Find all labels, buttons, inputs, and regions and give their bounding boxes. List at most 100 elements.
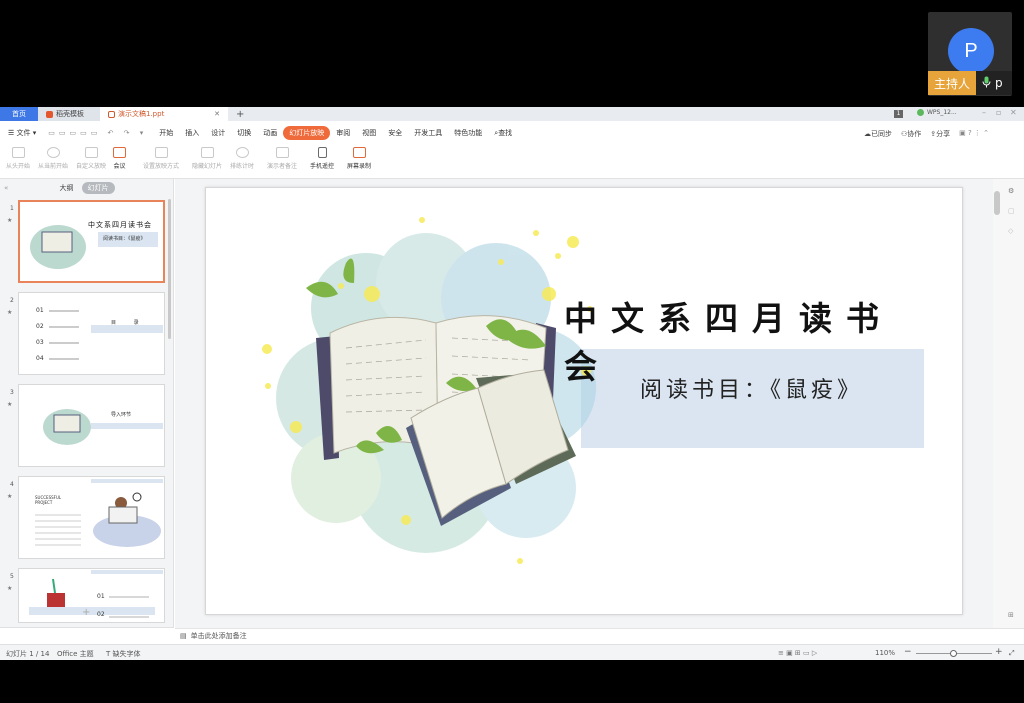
slide-2-preview-art <box>49 310 163 360</box>
collab-button[interactable]: ⚇协作 <box>901 129 921 139</box>
zoom-level[interactable]: 110% <box>875 649 895 657</box>
phone-remote-button[interactable]: 手机遥控 <box>310 147 334 170</box>
fit-window-icon[interactable]: ⤢ <box>1009 649 1015 658</box>
menu-file[interactable]: ☰ 文件 ▾ <box>0 128 42 138</box>
menu-home[interactable]: 开始 <box>153 128 179 138</box>
grid-view-icon[interactable]: ⊞ <box>1008 611 1014 619</box>
tab-templates-label: 稻壳模板 <box>56 110 84 118</box>
participant-avatar: P <box>948 28 994 74</box>
play-from-current-button[interactable]: 从当前开始 <box>38 147 68 170</box>
tab-document[interactable]: 演示文稿1.ppt ✕ <box>100 107 228 121</box>
menu-slideshow[interactable]: 幻灯片放映 <box>283 126 331 140</box>
meeting-icon <box>113 147 126 158</box>
slide-counter: 幻灯片 1 / 14 <box>6 650 50 658</box>
canvas-scrollbar[interactable] <box>993 179 1001 628</box>
setup-show-button[interactable]: 设置放映方式 <box>143 147 179 170</box>
new-tab-button[interactable]: + <box>228 107 252 121</box>
menu-view[interactable]: 视图 <box>356 128 382 138</box>
slide-2-thumb-title: 目 录 <box>111 320 147 326</box>
sidebar-divider <box>0 627 174 628</box>
slide-number: 3 <box>10 389 14 396</box>
menu-special[interactable]: 特色功能 <box>448 128 488 138</box>
slide-3-thumb-title: 导入环节 <box>111 412 132 418</box>
ppt-file-icon <box>108 110 115 118</box>
presenter-notes-button[interactable]: 演示者备注 <box>267 147 297 170</box>
tab-home[interactable]: 首页 <box>0 107 38 121</box>
slide-3-preview-art <box>43 409 163 445</box>
screen-record-button[interactable]: 屏幕录制 <box>347 147 371 170</box>
user-avatar-icon <box>917 109 924 116</box>
missing-font-label: 缺失字体 <box>112 650 141 658</box>
slide-canvas-area: 中文系四月读书会 阅读书目：《鼠疫》 <box>175 179 993 628</box>
share-label: 分享 <box>936 130 951 138</box>
zoom-out-button[interactable]: − <box>904 647 912 657</box>
setup-show-icon <box>154 147 168 158</box>
share-button[interactable]: ⇪分享 <box>930 129 950 139</box>
meeting-label: 会议 <box>113 163 126 170</box>
sidebar-tabs: « 大纲 幻灯片 <box>0 179 174 197</box>
format-icon[interactable]: ▢ <box>1008 207 1015 215</box>
ribbon-options-icon[interactable]: ▣ ? ⋮ ⌃ <box>959 129 989 139</box>
zoom-slider-handle[interactable] <box>950 650 957 657</box>
custom-show-label: 自定义放映 <box>76 163 107 170</box>
star-icon: ★ <box>7 217 13 224</box>
menu-design[interactable]: 设计 <box>205 128 231 138</box>
properties-icon[interactable]: ⚙ <box>1008 187 1014 195</box>
play-from-start-label: 从头开始 <box>6 163 31 170</box>
notes-bar[interactable]: ▤ 单击此处添加备注 <box>175 628 1024 642</box>
timer-icon <box>235 147 249 158</box>
participant-name: p <box>995 76 1003 90</box>
account-chip[interactable]: WPS_12... <box>917 109 957 116</box>
star-icon: ★ <box>7 401 13 408</box>
slide-thumbnail-2[interactable]: 01 02 03 04 目 录 <box>18 292 165 375</box>
maximize-icon[interactable]: ▫ <box>996 108 1001 117</box>
hide-slide-label: 隐藏幻灯片 <box>192 163 223 170</box>
slide-number: 2 <box>10 297 14 304</box>
menu-search[interactable]: ⌕查找 <box>488 128 518 138</box>
zoom-in-button[interactable]: + <box>995 647 1003 657</box>
play-from-start-button[interactable]: 从头开始 <box>6 147 30 170</box>
custom-show-button[interactable]: 自定义放映 <box>76 147 106 170</box>
collapse-panel-icon[interactable]: « <box>4 184 8 192</box>
view-mode-icons[interactable]: ≡ ▣ ⊞ ▭ ▷ <box>778 649 817 657</box>
collab-label: 协作 <box>907 130 922 138</box>
slide-5-preview-art <box>29 570 163 618</box>
sync-status[interactable]: ☁已同步 <box>864 129 892 139</box>
window-count-badge: 1 <box>894 110 903 118</box>
hide-slide-icon <box>200 147 214 158</box>
menu-animation[interactable]: 动画 <box>257 128 283 138</box>
tab-outline[interactable]: 大纲 <box>60 183 74 193</box>
microphone-icon <box>982 76 991 91</box>
host-badge: 主持人 <box>928 71 976 95</box>
slideshow-ribbon: 从头开始 从当前开始 自定义放映 会议 设置放映方式 隐藏幻灯片 排练计时 演示… <box>0 145 1024 179</box>
minimize-icon[interactable]: – <box>982 108 986 117</box>
account-name: WPS_12... <box>927 109 957 116</box>
meeting-button[interactable]: 会议 <box>113 147 126 170</box>
slide-thumbnail-4[interactable]: SUCCESSFUL PROJECT <box>18 476 165 559</box>
missing-font-button[interactable]: T 缺失字体 <box>106 649 141 659</box>
rehearse-timing-button[interactable]: 排练计时 <box>230 147 254 170</box>
slide-editor[interactable]: 中文系四月读书会 阅读书目：《鼠疫》 <box>205 187 963 615</box>
hide-slide-button[interactable]: 隐藏幻灯片 <box>192 147 222 170</box>
menu-review[interactable]: 审阅 <box>330 128 356 138</box>
add-slide-button[interactable]: + <box>82 607 90 618</box>
quick-access-toolbar[interactable]: ▭▭▭▭▭ ↶ ↷ ▾ <box>42 129 153 137</box>
menu-transition[interactable]: 切换 <box>231 128 257 138</box>
menu-bar: ☰ 文件 ▾ ▭▭▭▭▭ ↶ ↷ ▾ 开始 插入 设计 切换 动画 幻灯片放映 … <box>0 121 1024 145</box>
slide-subtitle[interactable]: 阅读书目：《鼠疫》 <box>640 372 920 404</box>
close-tab-icon[interactable]: ✕ <box>214 110 220 118</box>
scroll-thumb[interactable] <box>994 191 1000 215</box>
phone-icon <box>317 147 327 158</box>
slide-thumbnail-1[interactable]: 中文系四月读书会 阅读书目：《鼠疫》 <box>18 200 165 283</box>
slide-thumbnail-3[interactable]: 导入环节 <box>18 384 165 467</box>
slide-number: 1 <box>10 205 14 212</box>
menu-developer[interactable]: 开发工具 <box>408 128 448 138</box>
sidebar-scrollbar[interactable] <box>168 199 171 339</box>
tab-templates[interactable]: 稻壳模板 <box>38 107 100 121</box>
menu-security[interactable]: 安全 <box>382 128 408 138</box>
close-window-icon[interactable]: ✕ <box>1010 108 1017 117</box>
menu-insert[interactable]: 插入 <box>179 128 205 138</box>
animation-icon[interactable]: ◇ <box>1008 227 1013 235</box>
slide-thumbnail-5[interactable]: 01 02 <box>18 568 165 623</box>
tab-slides[interactable]: 幻灯片 <box>81 182 115 194</box>
